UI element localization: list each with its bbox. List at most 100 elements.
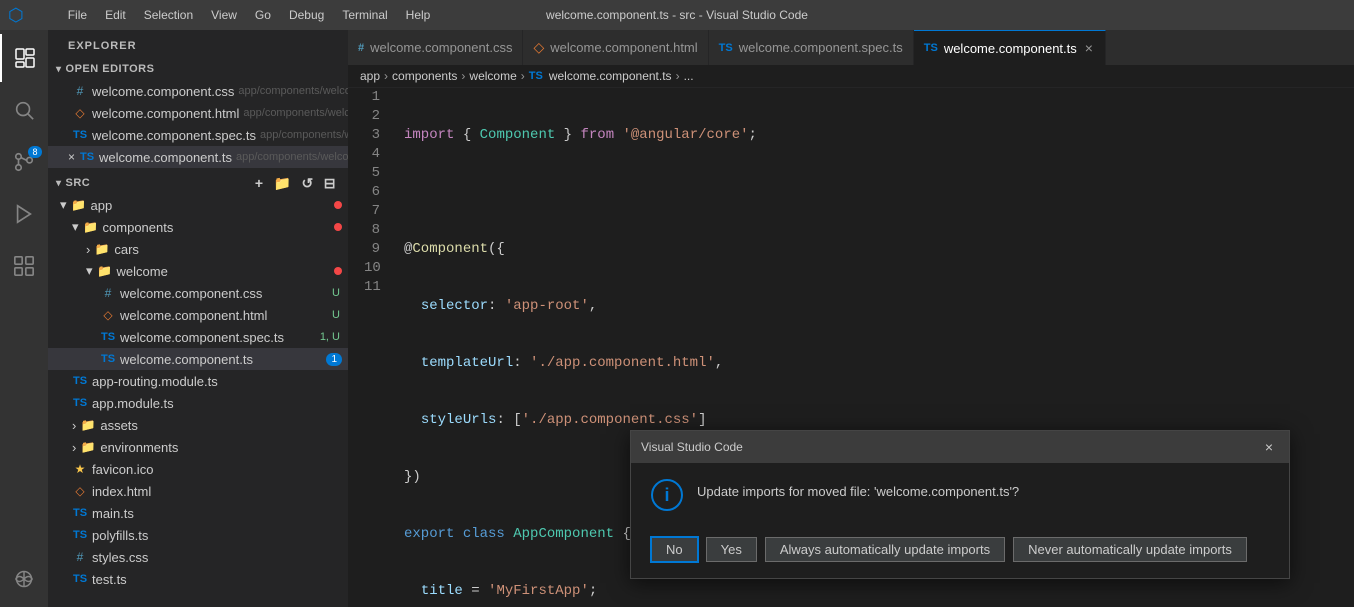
tab-html-label: welcome.component.html — [550, 40, 697, 55]
open-editor-ts[interactable]: × TS welcome.component.ts app/components… — [48, 146, 348, 168]
src-section-header[interactable]: ▾ SRC + 📁 ↺ ⊟ — [48, 172, 348, 194]
tree-environments-folder[interactable]: › 📁 environments — [48, 436, 348, 458]
tree-main-ts-icon: TS — [72, 505, 88, 521]
extensions-activity-icon[interactable] — [0, 242, 48, 290]
tab-css-label: welcome.component.css — [370, 40, 512, 55]
breadcrumb-welcome[interactable]: welcome — [469, 69, 516, 83]
dialog-actions: No Yes Always automatically update impor… — [631, 527, 1289, 578]
environments-folder-name: environments — [100, 440, 348, 455]
title-bar-left: ⬡ File Edit Selection View Go Debug Term… — [8, 5, 438, 26]
tree-welcome-folder[interactable]: ▾ 📁 welcome — [48, 260, 348, 282]
code-line-4: selector: 'app-root', — [404, 297, 1346, 316]
remote-activity-icon[interactable] — [0, 555, 48, 603]
dialog-body: i Update imports for moved file: 'welcom… — [631, 463, 1289, 527]
tree-test-ts[interactable]: TS test.ts — [48, 568, 348, 590]
open-editor-ts-name: welcome.component.ts — [99, 150, 232, 165]
app-folder-name: app — [91, 198, 334, 213]
tree-app-folder[interactable]: ▾ 📁 app — [48, 194, 348, 216]
tree-components-folder[interactable]: ▾ 📁 components — [48, 216, 348, 238]
breadcrumb-sep1: › — [384, 69, 388, 83]
tab-ts-icon: TS — [924, 42, 938, 54]
open-editor-html-path: app/components/welcome — [243, 107, 348, 119]
tree-polyfills-ts[interactable]: TS polyfills.ts — [48, 524, 348, 546]
breadcrumb-filename[interactable]: welcome.component.ts — [549, 69, 672, 83]
app-folder-icon: 📁 — [71, 197, 87, 213]
tree-welcome-ts-name: welcome.component.ts — [120, 352, 326, 367]
code-line-3: @Component({ — [404, 240, 1346, 259]
breadcrumb-components[interactable]: components — [392, 69, 457, 83]
tree-main-ts[interactable]: TS main.ts — [48, 502, 348, 524]
cars-folder-icon: 📁 — [94, 241, 110, 257]
tree-polyfills-icon: TS — [72, 527, 88, 543]
tree-app-routing[interactable]: TS app-routing.module.ts — [48, 370, 348, 392]
cars-folder-arrow-icon: › — [86, 242, 90, 257]
line-num-10: 10 — [364, 259, 380, 278]
line-num-1: 1 — [364, 88, 380, 107]
tab-welcome-spec[interactable]: TS welcome.component.spec.ts — [709, 30, 914, 65]
tree-welcome-html[interactable]: ◇ welcome.component.html U — [48, 304, 348, 326]
menu-go[interactable]: Go — [247, 6, 279, 24]
open-editor-spec-path: app/components/welcome — [260, 129, 348, 141]
tree-welcome-css[interactable]: # welcome.component.css U — [48, 282, 348, 304]
debug-activity-icon[interactable] — [0, 190, 48, 238]
collapse-all-icon[interactable]: ⊟ — [320, 173, 340, 194]
refresh-icon[interactable]: ↺ — [298, 173, 318, 194]
dialog-never-button[interactable]: Never automatically update imports — [1013, 537, 1247, 562]
environments-folder-icon: 📁 — [80, 439, 96, 455]
breadcrumb: app › components › welcome › TS welcome.… — [348, 65, 1354, 88]
tree-welcome-css-name: welcome.component.css — [120, 286, 332, 301]
tab-css-icon: # — [358, 42, 364, 54]
menu-debug[interactable]: Debug — [281, 6, 332, 24]
menu-help[interactable]: Help — [398, 6, 439, 24]
tab-welcome-css[interactable]: # welcome.component.css — [348, 30, 523, 65]
open-editor-spec[interactable]: TS welcome.component.spec.ts app/compone… — [48, 124, 348, 146]
dialog-message: Update imports for moved file: 'welcome.… — [697, 479, 1019, 501]
search-activity-icon[interactable] — [0, 86, 48, 134]
dialog-always-button[interactable]: Always automatically update imports — [765, 537, 1005, 562]
tree-styles-css[interactable]: # styles.css — [48, 546, 348, 568]
tree-index-html-name: index.html — [92, 484, 348, 499]
menu-view[interactable]: View — [203, 6, 245, 24]
src-header-actions: + 📁 ↺ ⊟ — [251, 173, 340, 194]
dialog-close-button[interactable]: × — [1259, 437, 1279, 457]
html-file-icon: ◇ — [72, 105, 88, 121]
line-num-8: 8 — [364, 221, 380, 240]
menu-file[interactable]: File — [60, 6, 95, 24]
breadcrumb-symbol[interactable]: ... — [684, 69, 694, 83]
close-open-editor-icon[interactable]: × — [68, 150, 75, 164]
tree-welcome-spec[interactable]: TS welcome.component.spec.ts 1, U — [48, 326, 348, 348]
open-editor-ts-path: app/components/welcome — [236, 151, 348, 163]
new-folder-icon[interactable]: 📁 — [270, 173, 296, 194]
menu-selection[interactable]: Selection — [136, 6, 201, 24]
open-editor-css[interactable]: # welcome.component.css app/components/w… — [48, 80, 348, 102]
assets-folder-name: assets — [100, 418, 348, 433]
menu-terminal[interactable]: Terminal — [334, 6, 395, 24]
ts-open-editor-icon: TS — [79, 149, 95, 165]
cars-folder-name: cars — [114, 242, 348, 257]
line-num-7: 7 — [364, 202, 380, 221]
open-editors-section-header[interactable]: ▾ OPEN EDITORS — [48, 58, 348, 80]
open-editor-html[interactable]: ◇ welcome.component.html app/components/… — [48, 102, 348, 124]
explorer-activity-icon[interactable] — [0, 34, 48, 82]
breadcrumb-app[interactable]: app — [360, 69, 380, 83]
update-imports-dialog: Visual Studio Code × i Update imports fo… — [630, 430, 1290, 579]
tree-favicon[interactable]: ★ favicon.ico — [48, 458, 348, 480]
new-file-icon[interactable]: + — [251, 173, 268, 194]
tab-welcome-ts[interactable]: TS welcome.component.ts × — [914, 30, 1106, 65]
components-folder-icon: 📁 — [83, 219, 99, 235]
tree-cars-folder[interactable]: › 📁 cars — [48, 238, 348, 260]
activity-bar: 8 — [0, 30, 48, 607]
tabs-bar: # welcome.component.css ◇ welcome.compon… — [348, 30, 1354, 65]
tab-close-icon[interactable]: × — [1083, 38, 1095, 58]
dialog-yes-button[interactable]: Yes — [706, 537, 757, 562]
tree-app-module[interactable]: TS app.module.ts — [48, 392, 348, 414]
source-control-activity-icon[interactable]: 8 — [0, 138, 48, 186]
dialog-info-icon: i — [651, 479, 683, 511]
dialog-no-button[interactable]: No — [651, 537, 698, 562]
tab-welcome-html[interactable]: ◇ welcome.component.html — [523, 30, 708, 65]
menu-edit[interactable]: Edit — [97, 6, 134, 24]
tree-welcome-ts[interactable]: TS welcome.component.ts 1 — [48, 348, 348, 370]
tree-index-html[interactable]: ◇ index.html — [48, 480, 348, 502]
tree-assets-folder[interactable]: › 📁 assets — [48, 414, 348, 436]
line-num-9: 9 — [364, 240, 380, 259]
